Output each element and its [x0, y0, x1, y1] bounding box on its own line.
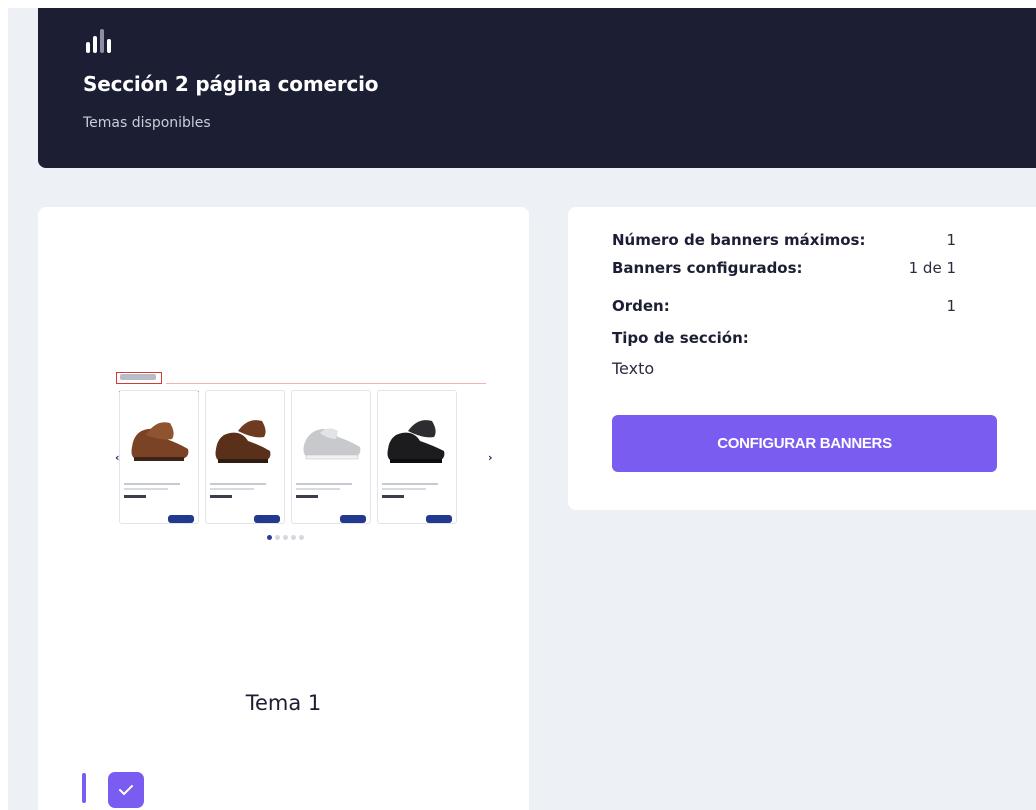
preview-product-button [426, 515, 452, 523]
configured-banners-label: Banners configurados: [612, 259, 803, 277]
page-subtitle: Temas disponibles [83, 115, 211, 131]
theme-select-checkbox[interactable] [108, 772, 144, 808]
check-icon [119, 785, 133, 795]
configured-banners-value: 1 de 1 [908, 259, 956, 277]
preview-product-price [382, 495, 404, 498]
max-banners-label: Número de banners máximos: [612, 231, 866, 249]
black-shoe-icon [387, 420, 445, 463]
max-banners-row: Número de banners máximos: 1 [612, 231, 956, 253]
preview-product-price [210, 495, 232, 498]
preview-product-button [254, 515, 280, 523]
carousel-dot [275, 535, 280, 540]
configured-banners-row: Banners configurados: 1 de 1 [612, 259, 956, 281]
brown-shoe-icon [131, 422, 189, 461]
preview-next-arrow-icon: › [488, 451, 493, 464]
carousel-dot [299, 535, 304, 540]
section-info-card: Número de banners máximos: 1 Banners con… [568, 207, 1036, 510]
carousel-dot [267, 535, 272, 540]
preview-product-price [124, 495, 146, 498]
theme-name: Tema 1 [245, 691, 322, 715]
preview-product-button [340, 515, 366, 523]
preview-product-line [296, 488, 340, 490]
page-title: Sección 2 página comercio [83, 72, 379, 96]
preview-product-line [296, 483, 352, 485]
preview-product-line [124, 483, 180, 485]
configure-banners-button[interactable]: CONFIGURAR BANNERS [612, 415, 997, 472]
section-type-row: Tipo de sección: [612, 329, 956, 351]
brown-shoe-icon [215, 420, 271, 463]
max-banners-value: 1 [946, 231, 956, 249]
preview-product-line [382, 488, 426, 490]
preview-product-price [296, 495, 318, 498]
carousel-dot [283, 535, 288, 540]
order-label: Orden: [612, 297, 670, 315]
preview-tag-text [120, 374, 156, 380]
grey-sneaker-icon [303, 428, 361, 460]
theme-card[interactable]: ‹ › Tema 1 [38, 207, 529, 810]
preview-product-line [124, 488, 168, 490]
preview-product-line [210, 488, 254, 490]
order-row: Orden: 1 [612, 297, 956, 319]
preview-divider [166, 383, 486, 384]
preview-product-line [382, 483, 438, 485]
preview-product-card [119, 390, 199, 524]
preview-product-button [168, 515, 194, 523]
selection-indicator-bar [82, 773, 86, 803]
carousel-dot [291, 535, 296, 540]
preview-product-card [377, 390, 457, 524]
order-value: 1 [946, 297, 956, 315]
preview-carousel-dots [267, 535, 304, 540]
bar-chart-logo-icon [86, 29, 111, 53]
theme-preview-image: ‹ › [82, 365, 493, 555]
section-type-label: Tipo de sección: [612, 329, 749, 347]
preview-product-card [205, 390, 285, 524]
preview-product-line [210, 483, 266, 485]
preview-product-card [291, 390, 371, 524]
section-type-value: Texto [612, 359, 655, 378]
section-header: Sección 2 página comercio Temas disponib… [38, 8, 1036, 168]
